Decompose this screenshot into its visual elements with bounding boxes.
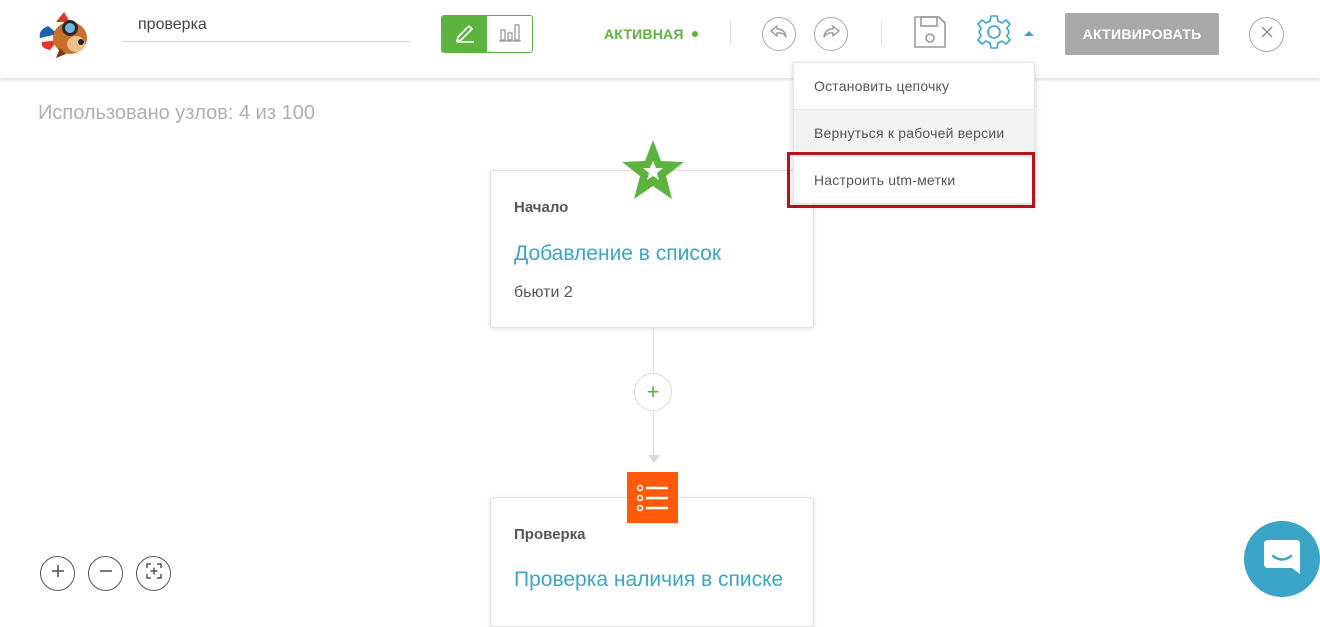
close-icon [1260,25,1274,44]
node-title-link[interactable]: Добавление в список [514,242,721,266]
connector-line [653,411,654,457]
status-dot [692,31,698,37]
menu-item-stop-chain[interactable]: Остановить цепочку [794,63,1034,110]
zoom-in-button[interactable] [40,556,75,591]
star-icon [621,139,685,201]
zoom-out-button[interactable] [88,556,123,591]
undo-icon [769,24,789,45]
fit-icon [145,562,163,585]
chain-status: АКТИВНАЯ [604,26,684,42]
chain-name-input[interactable] [122,8,411,42]
connector-arrow [648,455,660,463]
logo[interactable] [36,8,96,60]
menu-item-revert-version[interactable]: Вернуться к рабочей версии [794,110,1034,157]
node-usage-label: Использовано узлов: 4 из 100 [38,102,315,124]
toolbar-divider [881,21,882,45]
caret-up-icon[interactable] [1022,28,1036,38]
list-icon [627,472,678,523]
zoom-in-icon [50,563,66,584]
save-icon [913,15,947,54]
node-subtitle: бьюти 2 [514,284,573,301]
zoom-out-icon [98,563,114,584]
highlight-box [787,152,1035,208]
stats-mode-button[interactable] [487,16,532,52]
chat-icon [1262,538,1302,581]
save-button[interactable] [912,15,948,54]
node-type-label: Начало [514,199,569,216]
undo-button[interactable] [762,17,796,51]
close-button[interactable] [1249,17,1284,52]
mode-toggle [441,15,533,53]
chart-icon [498,21,522,48]
toolbar-divider [730,21,731,45]
gear-icon [976,14,1012,55]
activate-button[interactable]: АКТИВИРОВАТЬ [1065,13,1219,55]
top-toolbar: АКТИВНАЯ АКТИВИРОВАТЬ [0,0,1320,78]
node-title-link[interactable]: Проверка наличия в списке [514,568,783,592]
settings-button[interactable] [976,14,1012,55]
fit-screen-button[interactable] [136,556,171,591]
redo-icon [821,24,841,45]
connector-line [653,328,654,373]
redo-button[interactable] [814,17,848,51]
node-type-label: Проверка [514,526,586,543]
edit-mode-button[interactable] [442,16,487,52]
chat-widget-button[interactable] [1244,521,1320,597]
pencil-icon [454,21,476,48]
add-node-button[interactable]: + [634,373,672,411]
